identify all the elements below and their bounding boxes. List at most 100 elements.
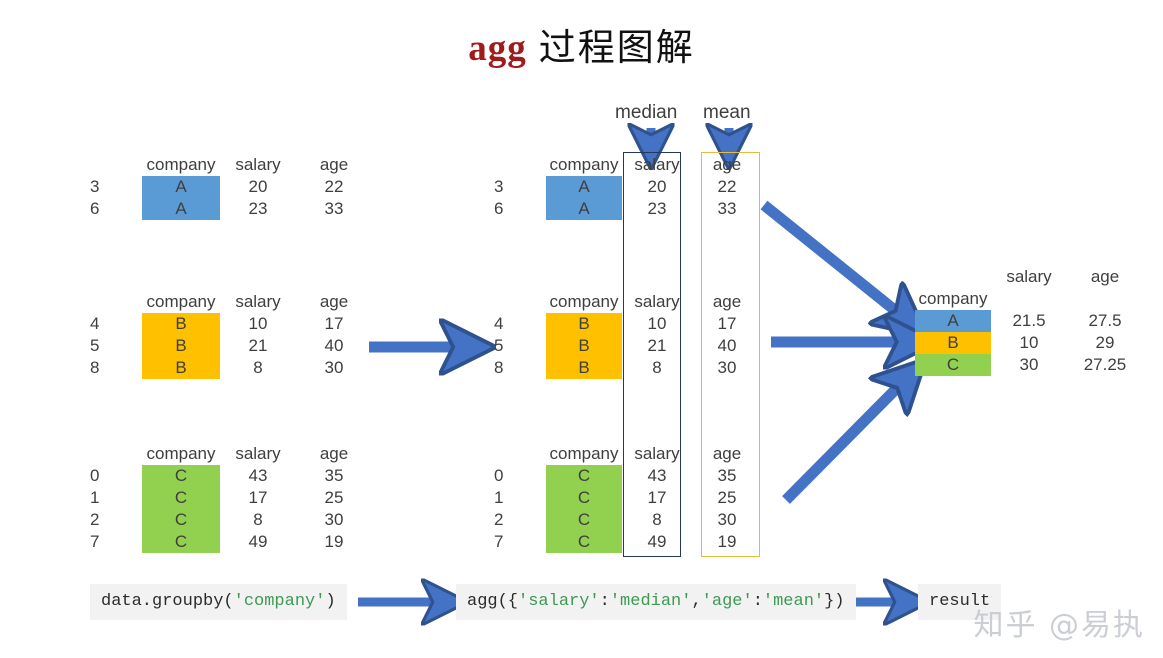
table-row: 2 C 8 30: [88, 509, 372, 531]
cell-salary: 8: [652, 358, 662, 377]
cell-company: C: [546, 487, 622, 509]
source-table-c: company salary age 0 C 43 35 1 C 17 25 2…: [88, 443, 372, 553]
row-index: 0: [494, 466, 504, 485]
header-company: company: [146, 155, 216, 174]
cell-age: 19: [717, 532, 737, 551]
cell-company: C: [142, 465, 220, 487]
table-row: 5 B 21 40: [492, 335, 762, 357]
grouped-group-b: company salary age 4 B 10 17 5 B 21 40 8…: [492, 291, 762, 379]
table-row: 1 C 17 25: [492, 487, 762, 509]
table-row: 4 B 10 17: [492, 313, 762, 335]
cell-age: 30: [324, 510, 344, 529]
header-company: company: [549, 444, 619, 463]
cell-salary: 23: [647, 199, 667, 218]
page-title-code: agg: [468, 28, 527, 69]
cell-age: 27.25: [1083, 355, 1127, 374]
cell-age: 33: [717, 199, 737, 218]
table-header-row: company salary age: [88, 154, 372, 176]
row-index: 0: [90, 466, 100, 485]
table-row: 7 C 49 19: [492, 531, 762, 553]
row-index: 6: [90, 199, 100, 218]
cell-salary: 17: [647, 488, 667, 507]
table-row: 7 C 49 19: [88, 531, 372, 553]
cell-company: C: [142, 487, 220, 509]
cell-salary: 30: [1019, 355, 1039, 374]
header-age: age: [1090, 267, 1120, 286]
cell-age: 40: [717, 336, 737, 355]
row-index: 6: [494, 199, 504, 218]
cell-age: 35: [717, 466, 737, 485]
row-index: 2: [494, 510, 504, 529]
table-row: 8 B 8 30: [492, 357, 762, 379]
header-salary: salary: [634, 155, 680, 174]
cell-age: 25: [717, 488, 737, 507]
code-string: 'salary': [518, 592, 600, 611]
grouped-group-a: company salary age 3 A 20 22 6 A 23 33: [492, 154, 762, 220]
grouped-table-b: company salary age 4 B 10 17 5 B 21 40 8…: [492, 291, 762, 379]
code-string: 'age': [701, 592, 753, 611]
code-chip-agg: agg({'salary':'median','age':'mean'}): [456, 584, 856, 620]
cell-company: B: [915, 332, 991, 354]
row-index: 2: [90, 510, 100, 529]
cell-age: 19: [324, 532, 344, 551]
row-index: 1: [494, 488, 504, 507]
cell-age: 30: [717, 510, 737, 529]
cell-company: B: [546, 335, 622, 357]
cell-company: C: [142, 531, 220, 553]
cell-salary: 20: [647, 177, 667, 196]
cell-company: B: [142, 335, 220, 357]
row-index: 3: [90, 177, 100, 196]
code-token: ): [325, 592, 336, 611]
cell-company: A: [915, 310, 991, 332]
table-row: 3 A 20 22: [88, 176, 372, 198]
source-group-c: company salary age 0 C 43 35 1 C 17 25 2…: [88, 443, 372, 553]
cell-salary: 49: [647, 532, 667, 551]
cell-company: A: [546, 198, 622, 220]
cell-salary: 10: [1019, 333, 1039, 352]
table-row: 6 A 23 33: [492, 198, 762, 220]
cell-company: B: [142, 313, 220, 335]
header-age: age: [712, 155, 742, 174]
cell-company: C: [546, 531, 622, 553]
table-header-row: company salary age: [88, 291, 372, 313]
cell-salary: 20: [248, 177, 268, 196]
aggregated-result: salary age company A 21.5 27.5 B 10 29 C…: [915, 266, 1143, 376]
cell-age: 30: [717, 358, 737, 377]
header-salary: salary: [235, 444, 281, 463]
code-token: ,: [691, 592, 702, 611]
header-age: age: [319, 292, 349, 311]
table-header-row: company salary age: [88, 443, 372, 465]
table-row: 1 C 17 25: [88, 487, 372, 509]
code-string: 'mean': [762, 592, 825, 611]
page-title: agg 过程图解: [0, 26, 1163, 72]
cell-company: C: [546, 465, 622, 487]
table-header-row: company salary age: [492, 291, 762, 313]
group-c-to-result-arrow: [782, 382, 903, 504]
row-index: 3: [494, 177, 504, 196]
grouped-table-c: company salary age 0 C 43 35 1 C 17 25 2…: [492, 443, 762, 553]
header-company: company: [549, 155, 619, 174]
header-salary: salary: [634, 444, 680, 463]
table-header-row: company salary age: [492, 154, 762, 176]
header-company: company: [549, 292, 619, 311]
result-table: salary age company A 21.5 27.5 B 10 29 C…: [915, 266, 1143, 376]
header-age: age: [712, 444, 742, 463]
table-row: 5 B 21 40: [88, 335, 372, 357]
grouped-group-c: company salary age 0 C 43 35 1 C 17 25 2…: [492, 443, 762, 553]
cell-age: 29: [1095, 333, 1115, 352]
row-index: 5: [90, 336, 100, 355]
cell-company: C: [546, 509, 622, 531]
table-row: A 21.5 27.5: [915, 310, 1143, 332]
cell-salary: 43: [248, 466, 268, 485]
cell-company: A: [142, 176, 220, 198]
cell-salary: 10: [248, 314, 268, 333]
header-company: company: [146, 444, 216, 463]
cell-salary: 21: [248, 336, 268, 355]
cell-salary: 43: [647, 466, 667, 485]
cell-company: C: [915, 354, 991, 376]
source-group-b: company salary age 4 B 10 17 5 B 21 40 8…: [88, 291, 372, 379]
cell-salary: 8: [652, 510, 662, 529]
cell-salary: 17: [248, 488, 268, 507]
cell-age: 35: [324, 466, 344, 485]
row-index: 4: [494, 314, 504, 333]
